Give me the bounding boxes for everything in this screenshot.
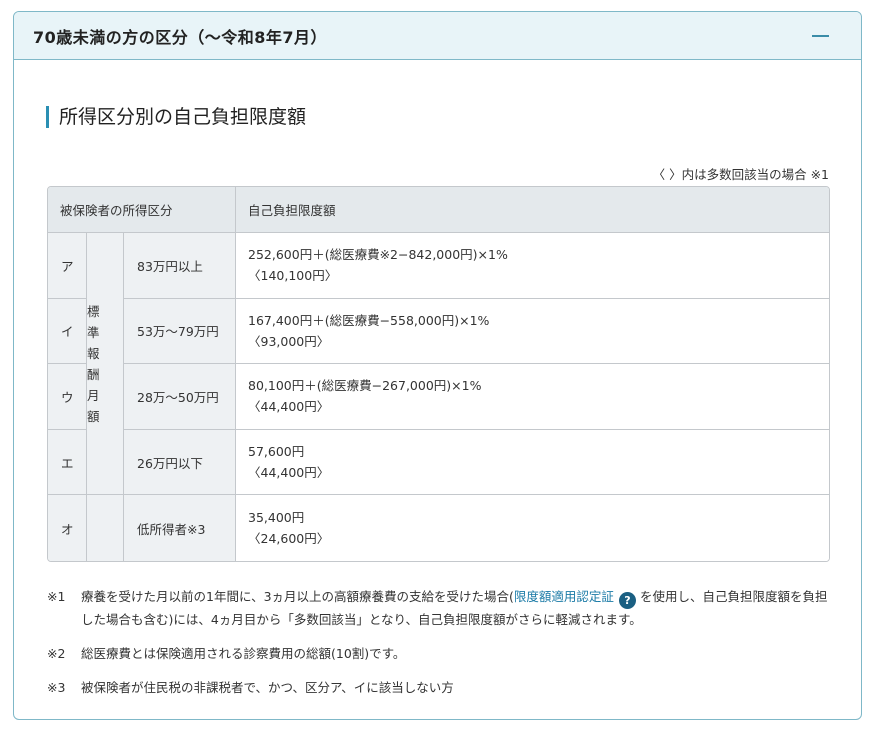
row-code: エ <box>48 429 87 496</box>
multi-count-note: 〈 〉内は多数回該当の場合 ※1 <box>652 167 829 182</box>
accordion-header[interactable]: 70歳未満の方の区分（〜令和8年7月） <box>14 12 861 60</box>
row-limit-amount: 57,600円 〈44,400円〉 <box>236 429 829 496</box>
row-income-range: 低所得者※3 <box>124 495 236 561</box>
header-limit-amount: 自己負担限度額 <box>236 187 829 233</box>
row-income-range: 83万円以上 <box>124 233 236 299</box>
minus-icon[interactable] <box>812 34 829 37</box>
limit-formula: 57,600円 <box>248 444 305 460</box>
footnote-text-before: 療養を受けた月以前の1年間に、3ヵ月以上の高額療養費の支給を受けた場合( <box>81 589 514 604</box>
table-row: ウ 28万〜50万円 80,100円＋(総医療費−267,000円)×1% 〈4… <box>48 364 829 430</box>
group-label-char: 額 <box>87 408 100 424</box>
group-label-char: 報 <box>87 345 100 361</box>
multi-count-amount: 〈44,400円〉 <box>248 399 330 415</box>
multi-count-amount: 〈140,100円〉 <box>248 268 338 284</box>
footnote-body: 被保険者が住民税の非課税者で、かつ、区分ア、イに該当しない方 <box>81 680 454 695</box>
limit-formula: 167,400円＋(総医療費−558,000円)×1% <box>248 312 490 328</box>
row-income-range: 26万円以下 <box>124 429 236 496</box>
group-label-standard-monthly-remuneration: 標 準 報 酬 月 額 <box>87 233 124 496</box>
row-income-range: 28万〜50万円 <box>124 364 236 430</box>
row-code: オ <box>48 495 87 561</box>
multi-count-amount: 〈24,600円〉 <box>248 531 330 547</box>
footnote-mark: ※3 <box>47 680 66 695</box>
table-header-row: 被保険者の所得区分 自己負担限度額 <box>48 187 829 233</box>
footnote-body: 療養を受けた月以前の1年間に、3ヵ月以上の高額療養費の支給を受けた場合(限度額適… <box>81 586 837 631</box>
panel-title: 70歳未満の方の区分（〜令和8年7月） <box>33 27 328 47</box>
multi-count-amount: 〈93,000円〉 <box>248 333 330 349</box>
footnote-3: ※3 被保険者が住民税の非課税者で、かつ、区分ア、イに該当しない方 <box>47 677 837 699</box>
row-code: ウ <box>48 364 87 430</box>
question-help-icon[interactable]: ? <box>618 592 636 609</box>
row-income-range: 53万〜79万円 <box>124 298 236 365</box>
group-label-char: 準 <box>87 324 100 340</box>
row-limit-amount: 167,400円＋(総医療費−558,000円)×1% 〈93,000円〉 <box>236 298 829 365</box>
limit-table: 被保険者の所得区分 自己負担限度額 ア 標 準 報 酬 月 額 83万円以上 2… <box>47 186 830 562</box>
limit-formula: 252,600円＋(総医療費※2−842,000円)×1% <box>248 247 508 263</box>
limit-certificate-link[interactable]: 限度額適用認定証 <box>514 589 614 604</box>
row-code: ア <box>48 233 87 299</box>
table-row: エ 26万円以下 57,600円 〈44,400円〉 <box>48 429 829 496</box>
section-title: 所得区分別の自己負担限度額 <box>46 106 306 128</box>
group-label-empty <box>87 495 124 561</box>
footnote-2: ※2 総医療費とは保険適用される診察費用の総額(10割)です。 <box>47 643 837 665</box>
group-label-char: 月 <box>87 387 100 403</box>
group-label-char: 標 <box>87 303 100 319</box>
row-code: イ <box>48 298 87 365</box>
footnotes: ※1 療養を受けた月以前の1年間に、3ヵ月以上の高額療養費の支給を受けた場合(限… <box>47 586 837 711</box>
footnote-body: 総医療費とは保険適用される診察費用の総額(10割)です。 <box>81 646 406 661</box>
row-limit-amount: 80,100円＋(総医療費−267,000円)×1% 〈44,400円〉 <box>236 364 829 430</box>
multi-count-amount: 〈44,400円〉 <box>248 465 330 481</box>
footnote-1: ※1 療養を受けた月以前の1年間に、3ヵ月以上の高額療養費の支給を受けた場合(限… <box>47 586 837 631</box>
footnote-mark: ※2 <box>47 646 66 661</box>
table-row: ア 標 準 報 酬 月 額 83万円以上 252,600円＋(総医療費※2−84… <box>48 233 829 496</box>
table-row: イ 53万〜79万円 167,400円＋(総医療費−558,000円)×1% 〈… <box>48 298 829 365</box>
table-row: オ 低所得者※3 35,400円 〈24,600円〉 <box>48 495 829 561</box>
row-limit-amount: 252,600円＋(総医療費※2−842,000円)×1% 〈140,100円〉 <box>236 233 829 299</box>
header-income-category: 被保険者の所得区分 <box>48 187 236 233</box>
limit-formula: 35,400円 <box>248 510 305 526</box>
group-label-char: 酬 <box>87 366 100 382</box>
row-limit-amount: 35,400円 〈24,600円〉 <box>236 495 829 561</box>
footnote-mark: ※1 <box>47 589 66 604</box>
accordion-panel: 70歳未満の方の区分（〜令和8年7月） 所得区分別の自己負担限度額 〈 〉内は多… <box>13 11 862 720</box>
limit-formula: 80,100円＋(総医療費−267,000円)×1% <box>248 378 482 394</box>
